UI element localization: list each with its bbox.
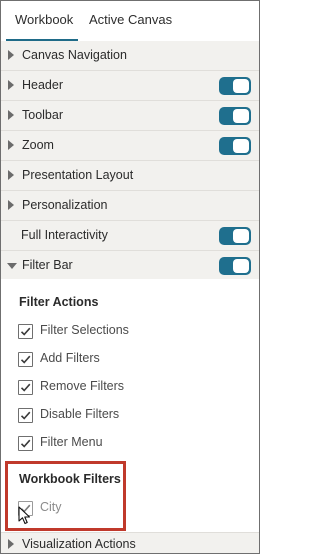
section-label: Presentation Layout <box>22 168 134 182</box>
tab-active-canvas[interactable]: Active Canvas <box>83 1 173 41</box>
section-label: Full Interactivity <box>21 228 108 242</box>
checkmark-icon <box>20 411 31 420</box>
section-filter-bar[interactable]: Filter Bar <box>1 251 259 281</box>
full-interactivity-toggle[interactable] <box>219 227 251 245</box>
chevron-right-icon <box>8 539 14 549</box>
toolbar-toggle[interactable] <box>219 107 251 125</box>
disable-filters-checkbox[interactable] <box>18 408 33 423</box>
filter-bar-toggle[interactable] <box>219 257 251 275</box>
section-label: Canvas Navigation <box>22 48 127 62</box>
filter-menu-checkbox[interactable] <box>18 436 33 451</box>
section-toolbar[interactable]: Toolbar <box>1 101 259 131</box>
checkmark-icon <box>20 383 31 392</box>
remove-filters-option[interactable]: Remove Filters <box>18 378 238 398</box>
checkbox-label: Remove Filters <box>40 379 125 393</box>
chevron-right-icon <box>8 170 14 180</box>
section-zoom[interactable]: Zoom <box>1 131 259 161</box>
section-label: Filter Bar <box>22 258 73 272</box>
zoom-toggle[interactable] <box>219 137 251 155</box>
checkbox-label: Disable Filters <box>40 407 120 421</box>
chevron-right-icon <box>8 200 14 210</box>
checkbox-label: Filter Menu <box>40 435 103 449</box>
section-full-interactivity: Full Interactivity <box>1 221 259 251</box>
section-label: Personalization <box>22 198 108 212</box>
section-presentation-layout[interactable]: Presentation Layout <box>1 161 259 191</box>
section-personalization[interactable]: Personalization <box>1 191 259 221</box>
section-label: Zoom <box>22 138 54 152</box>
toggle-knob <box>233 229 249 243</box>
chevron-right-icon <box>8 80 14 90</box>
section-label: Toolbar <box>22 108 63 122</box>
add-filters-checkbox[interactable] <box>18 352 33 367</box>
chevron-right-icon <box>8 140 14 150</box>
section-header[interactable]: Header <box>1 71 259 101</box>
section-canvas-navigation[interactable]: Canvas Navigation <box>1 41 259 71</box>
tab-workbook[interactable]: Workbook <box>6 1 78 41</box>
checkbox-label: Filter Selections <box>40 323 129 337</box>
toggle-knob <box>233 259 249 273</box>
mouse-pointer-icon <box>18 506 31 525</box>
filter-selections-option[interactable]: Filter Selections <box>18 322 238 342</box>
tab-bar: Workbook Active Canvas <box>1 1 259 42</box>
checkmark-icon <box>20 439 31 448</box>
checkmark-icon <box>20 355 31 364</box>
header-toggle[interactable] <box>219 77 251 95</box>
section-label: Visualization Actions <box>22 537 136 551</box>
disable-filters-option[interactable]: Disable Filters <box>18 406 238 426</box>
remove-filters-checkbox[interactable] <box>18 380 33 395</box>
add-filters-option[interactable]: Add Filters <box>18 350 238 370</box>
chevron-right-icon <box>8 110 14 120</box>
properties-panel: Workbook Active Canvas Canvas Navigation… <box>0 0 260 554</box>
section-visualization-actions[interactable]: Visualization Actions <box>1 532 259 553</box>
filter-selections-checkbox[interactable] <box>18 324 33 339</box>
filter-menu-option[interactable]: Filter Menu <box>18 434 238 454</box>
toggle-knob <box>233 139 249 153</box>
chevron-right-icon <box>8 50 14 60</box>
checkbox-label: Add Filters <box>40 351 100 365</box>
filter-actions-heading: Filter Actions <box>19 295 99 309</box>
checkmark-icon <box>20 327 31 336</box>
chevron-down-icon <box>7 263 17 269</box>
toggle-knob <box>233 109 249 123</box>
section-label: Header <box>22 78 63 92</box>
toggle-knob <box>233 79 249 93</box>
